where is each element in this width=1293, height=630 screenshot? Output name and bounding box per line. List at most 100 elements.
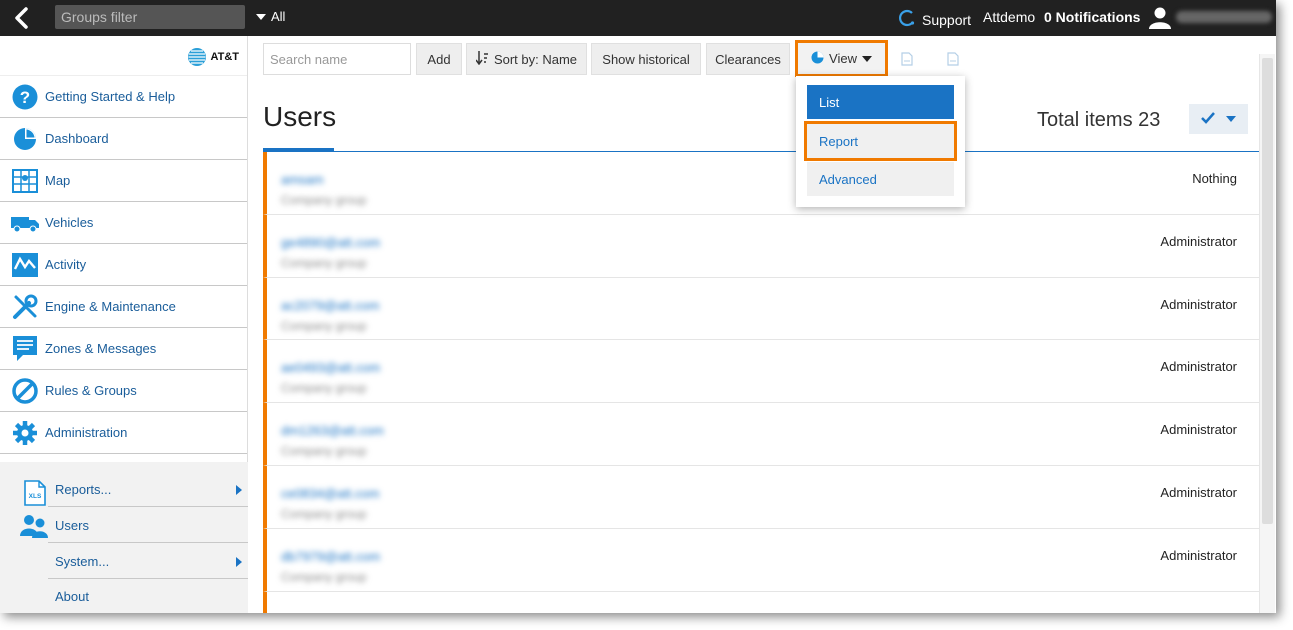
list-item[interactable]: ae0493@att.com Company group Administrat… (263, 340, 1259, 404)
sidebar-item-zones-messages[interactable]: Zones & Messages (0, 328, 247, 370)
sidebar-subitem-reports[interactable]: Reports... (48, 472, 248, 507)
sort-icon (475, 50, 488, 68)
sidebar-item-vehicles[interactable]: Vehicles (0, 202, 247, 244)
wrench-icon (11, 293, 39, 321)
sort-button[interactable]: Sort by: Name (466, 43, 587, 75)
sidebar-item-activity[interactable]: Activity (0, 244, 247, 286)
user-name-link[interactable]: amsam (281, 172, 324, 187)
chevron-right-icon (236, 485, 242, 495)
user-role: Nothing (1192, 171, 1237, 186)
view-button[interactable]: View (795, 40, 888, 77)
administration-submenu: XLS Reports... Users System... About (0, 462, 248, 613)
chevron-right-icon (236, 557, 242, 567)
svg-text:?: ? (20, 88, 30, 107)
user-group: Company group (281, 569, 367, 584)
view-option-advanced[interactable]: Advanced (807, 162, 954, 196)
list-item[interactable]: ce0834@att.com Company group Administrat… (263, 465, 1259, 529)
user-role: Administrator (1160, 422, 1237, 438)
sidebar-item-rules-groups[interactable]: Rules & Groups (0, 370, 247, 412)
user-name-link[interactable]: db7979@att.com (281, 549, 380, 564)
user-role: Administrator (1160, 484, 1237, 500)
app-window: All Support Attdemo 0 Notifications AT&T (0, 0, 1276, 613)
list-item[interactable]: dm1263@att.com Company group Administrat… (263, 403, 1259, 466)
list-item[interactable]: ac2079@att.com Company group Administrat… (263, 277, 1259, 341)
page-title: Users (263, 101, 337, 132)
search-name-input[interactable] (263, 43, 411, 75)
user-email-redacted (1176, 11, 1272, 23)
sidebar-item-label: Vehicles (45, 215, 94, 230)
view-option-report[interactable]: Report (804, 121, 957, 161)
scrollbar[interactable] (1259, 54, 1275, 613)
sidebar-item-help[interactable]: ? Getting Started & Help (0, 76, 247, 118)
user-group: Company group (281, 381, 367, 396)
sidebar-item-map[interactable]: Map (0, 160, 247, 202)
back-arrow-icon[interactable] (10, 6, 34, 30)
rules-icon (11, 377, 39, 405)
list-item-partial[interactable] (263, 591, 1259, 613)
user-group: Company group (281, 193, 367, 207)
sidebar-item-dashboard[interactable]: Dashboard (0, 118, 247, 160)
add-button-label: Add (427, 51, 451, 67)
sidebar-item-label: Map (45, 173, 71, 188)
sidebar-subitem-label: Users (55, 517, 89, 533)
pie-chart-icon (811, 51, 824, 67)
sidebar-subitem-users[interactable]: Users (48, 508, 248, 543)
sort-button-label: Sort by: Name (493, 51, 578, 67)
notifications-link[interactable]: 0 Notifications (1044, 9, 1140, 25)
sidebar-item-label: Dashboard (45, 131, 109, 146)
scroll-thumb[interactable] (1262, 58, 1273, 524)
account-name[interactable]: Attdemo (983, 9, 1035, 25)
user-group: Company group (281, 318, 367, 333)
brand-header: AT&T (0, 36, 247, 76)
sidebar-subitem-label: System... (55, 553, 110, 569)
globe-icon (188, 48, 207, 66)
sidebar-subitem-label: About (55, 589, 89, 604)
truck-icon (11, 209, 39, 237)
pie-chart-icon (11, 125, 39, 153)
user-avatar-icon[interactable] (1148, 5, 1172, 32)
user-name-link[interactable]: ac2079@att.com (281, 298, 379, 313)
add-button[interactable]: Add (416, 43, 462, 75)
support-icon (898, 8, 916, 31)
users-icon (20, 514, 50, 541)
sidebar-item-administration[interactable]: Administration (0, 412, 247, 454)
list-item[interactable]: db7979@att.com Company group Administrat… (263, 528, 1259, 592)
sidebar-item-engine-maintenance[interactable]: Engine & Maintenance (0, 286, 247, 328)
view-option-list[interactable]: List (807, 85, 954, 119)
user-role: Administrator (1160, 359, 1237, 375)
user-group: Company group (281, 506, 367, 521)
sidebar-item-label: Zones & Messages (45, 341, 157, 356)
sidebar-subitem-label: Reports... (55, 481, 112, 497)
user-role: Administrator (1160, 296, 1237, 312)
sidebar-item-label: Engine & Maintenance (45, 299, 176, 314)
export-excel-icon[interactable] (934, 43, 972, 75)
show-historical-button[interactable]: Show historical (591, 43, 701, 75)
select-all-dropdown[interactable] (1189, 104, 1248, 134)
chevron-down-icon (256, 13, 266, 20)
groups-dropdown[interactable]: All (256, 9, 285, 24)
user-name-link[interactable]: ae0493@att.com (281, 360, 380, 375)
sidebar: AT&T ? Getting Started & Help Dashboard … (0, 36, 248, 613)
sidebar-subitem-about[interactable]: About (48, 579, 248, 613)
sidebar-subitem-system[interactable]: System... (48, 544, 248, 579)
list-item[interactable]: amsam Company group Nothing (263, 152, 1259, 215)
user-name-link[interactable]: ce0834@att.com (281, 486, 379, 501)
groups-filter-input[interactable] (55, 5, 245, 29)
chevron-down-icon (861, 55, 872, 62)
xls-icon: XLS (24, 480, 46, 509)
svg-text:XLS: XLS (29, 493, 42, 500)
chevron-down-icon (1226, 116, 1237, 122)
user-name-link[interactable]: dm1263@att.com (281, 423, 384, 438)
support-link[interactable]: Support (898, 8, 971, 31)
sidebar-item-label: Administration (45, 425, 128, 440)
list-item[interactable]: ge4890@att.com Company group Administrat… (263, 214, 1259, 278)
export-pdf-icon[interactable] (888, 43, 926, 75)
user-name-link[interactable]: ge4890@att.com (281, 235, 380, 250)
help-icon: ? (11, 83, 39, 111)
total-items-count: Total items 23 (1037, 109, 1161, 131)
clearances-button[interactable]: Clearances (706, 43, 790, 75)
support-label: Support (922, 11, 972, 28)
view-button-label: View (829, 51, 857, 66)
clearances-label: Clearances (715, 51, 781, 67)
show-historical-label: Show historical (602, 51, 690, 67)
